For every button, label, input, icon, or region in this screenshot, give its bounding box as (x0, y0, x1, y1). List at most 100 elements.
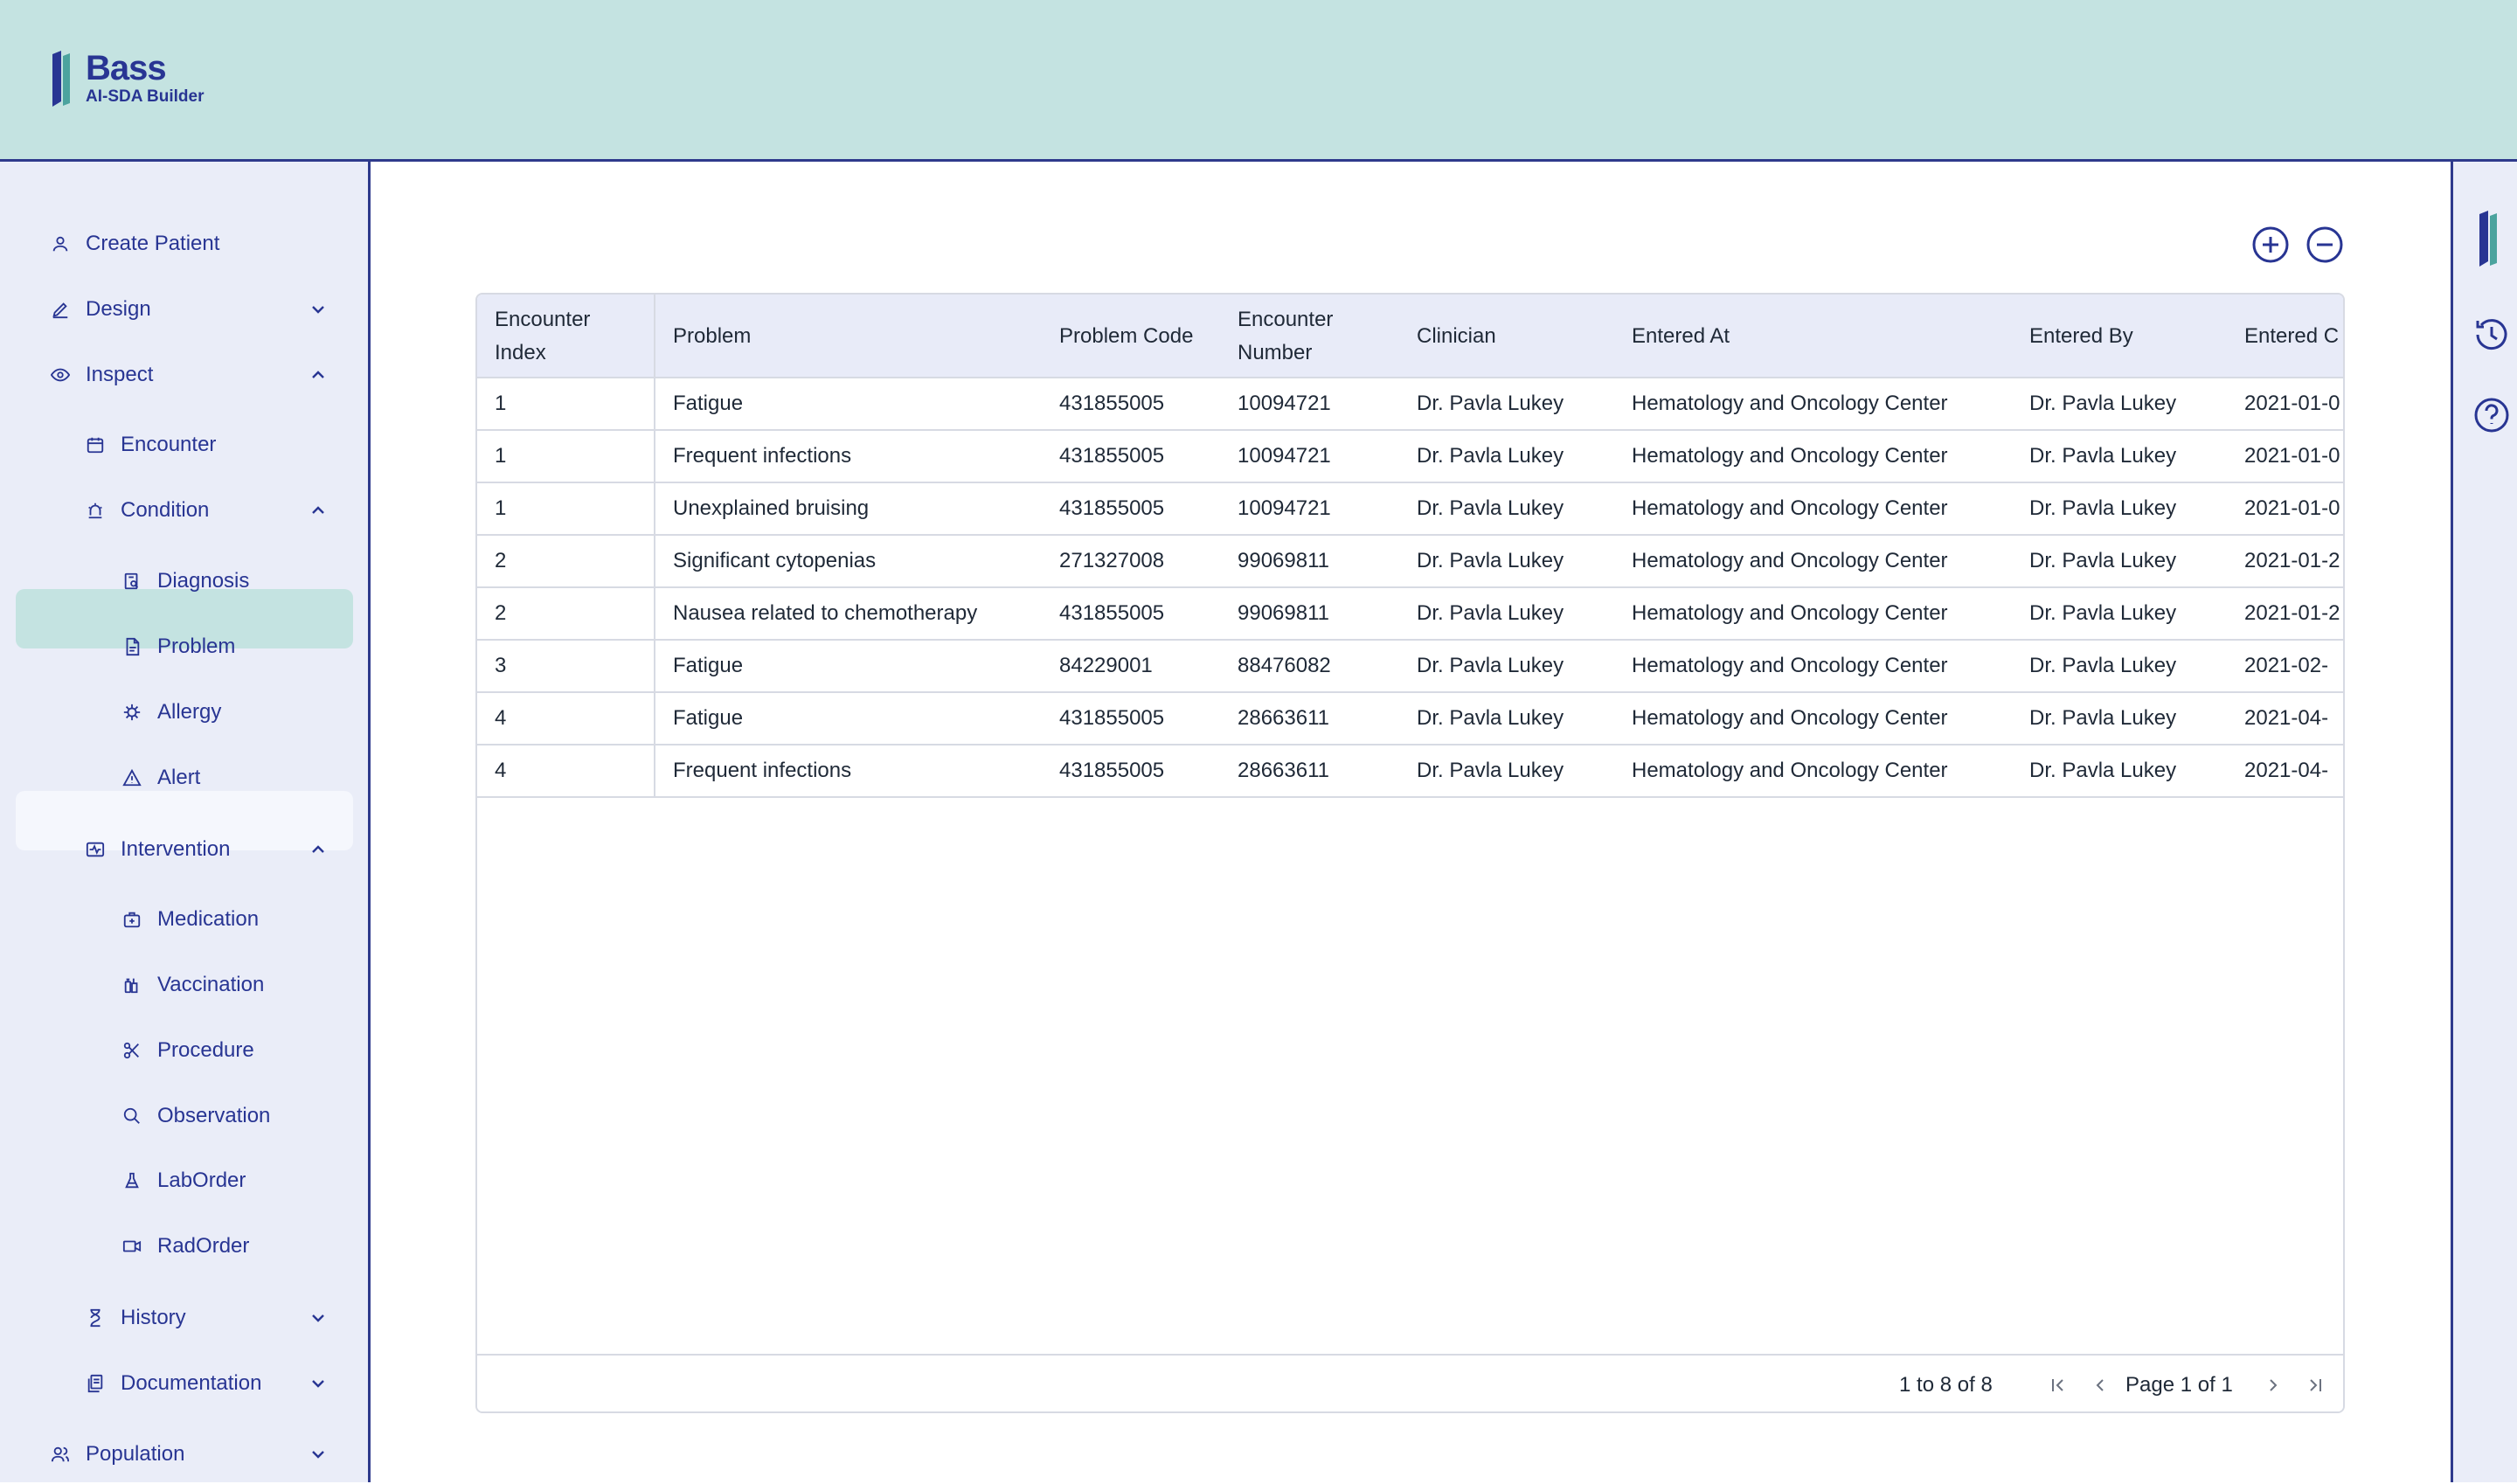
sidebar-item-encounter[interactable]: Encounter (86, 415, 216, 475)
sidebar-item-problem[interactable]: Problem (122, 617, 235, 676)
bass-logo-icon[interactable] (2478, 211, 2500, 267)
table-cell[interactable]: 84229001 (1059, 641, 1153, 691)
table-cell[interactable]: Dr. Pavla Lukey (1417, 588, 1564, 639)
table-cell[interactable]: Dr. Pavla Lukey (1417, 641, 1564, 691)
help-circle-icon[interactable] (2472, 396, 2511, 434)
chevron-up-icon[interactable] (309, 841, 327, 858)
sidebar-item-procedure[interactable]: Procedure (122, 1021, 254, 1080)
table-cell[interactable]: Dr. Pavla Lukey (2029, 641, 2176, 691)
table-cell[interactable]: 2021-02- (2244, 641, 2328, 691)
table-cell[interactable]: 10094721 (1238, 483, 1331, 534)
table-cell[interactable]: 1 (495, 483, 506, 534)
table-cell[interactable]: Frequent infections (673, 431, 851, 482)
table-cell[interactable]: 431855005 (1059, 431, 1164, 482)
minus-circle-icon[interactable] (2306, 225, 2344, 264)
table-row[interactable]: 4 Fatigue 431855005 28663611 Dr. Pavla Lukey… (477, 693, 2343, 745)
previous-page-icon[interactable] (2090, 1375, 2111, 1396)
table-cell[interactable]: Fatigue (673, 693, 743, 744)
column-header[interactable]: Entered By (2029, 295, 2133, 378)
column-header[interactable]: Encounter Number (1238, 295, 1333, 378)
table-cell[interactable]: Hematology and Oncology Center (1632, 431, 1948, 482)
table-cell[interactable]: 2021-04- (2244, 693, 2328, 744)
table-cell[interactable]: 431855005 (1059, 378, 1164, 429)
sidebar-item-intervention[interactable]: Intervention (86, 820, 230, 879)
table-cell[interactable]: 2021-01-0 (2244, 483, 2340, 534)
sidebar-item-laborder[interactable]: LabOrder (122, 1151, 246, 1210)
table-cell[interactable]: 2021-01-2 (2244, 588, 2340, 639)
first-page-icon[interactable] (2048, 1375, 2069, 1396)
table-cell[interactable]: Nausea related to chemotherapy (673, 588, 977, 639)
table-cell[interactable]: 3 (495, 641, 506, 691)
app-logo[interactable]: Bass AI-SDA Builder (51, 51, 204, 107)
table-cell[interactable]: Dr. Pavla Lukey (1417, 378, 1564, 429)
table-cell[interactable]: 88476082 (1238, 641, 1331, 691)
column-header[interactable]: Problem (673, 295, 751, 378)
table-cell[interactable]: Fatigue (673, 378, 743, 429)
table-cell[interactable]: Hematology and Oncology Center (1632, 641, 1948, 691)
table-cell[interactable]: 2 (495, 536, 506, 586)
sidebar-item-population[interactable]: Population (51, 1425, 184, 1484)
column-header[interactable]: Encounter Index (495, 295, 590, 378)
table-cell[interactable]: Significant cytopenias (673, 536, 876, 586)
table-cell[interactable]: Unexplained bruising (673, 483, 869, 534)
sidebar-item-vaccination[interactable]: Vaccination (122, 955, 264, 1015)
table-cell[interactable]: Hematology and Oncology Center (1632, 536, 1948, 586)
table-cell[interactable]: 28663611 (1238, 745, 1329, 796)
table-cell[interactable]: Dr. Pavla Lukey (2029, 483, 2176, 534)
table-cell[interactable]: Dr. Pavla Lukey (1417, 745, 1564, 796)
table-cell[interactable]: Hematology and Oncology Center (1632, 693, 1948, 744)
table-row[interactable]: 1 Unexplained bruising 431855005 10094721 Dr… (477, 483, 2343, 536)
chevron-down-icon[interactable] (309, 301, 327, 318)
column-header[interactable]: Clinician (1417, 295, 1496, 378)
table-cell[interactable]: Dr. Pavla Lukey (2029, 693, 2176, 744)
table-cell[interactable]: Dr. Pavla Lukey (1417, 536, 1564, 586)
table-row[interactable]: 1 Fatigue 431855005 10094721 Dr. Pavla Lukey… (477, 378, 2343, 431)
chevron-up-icon[interactable] (309, 366, 327, 384)
table-cell[interactable]: 2021-01-0 (2244, 431, 2340, 482)
table-row[interactable]: 1 Frequent infections 431855005 10094721 Dr.… (477, 431, 2343, 483)
sidebar-item-radorder[interactable]: RadOrder (122, 1217, 249, 1276)
table-row[interactable]: 2 Significant cytopenias 271327008 99069811… (477, 536, 2343, 588)
chevron-up-icon[interactable] (309, 502, 327, 519)
table-cell[interactable]: Hematology and Oncology Center (1632, 483, 1948, 534)
table-cell[interactable]: Dr. Pavla Lukey (1417, 693, 1564, 744)
table-cell[interactable]: 271327008 (1059, 536, 1164, 586)
plus-circle-icon[interactable] (2251, 225, 2290, 264)
sidebar-item-allergy[interactable]: Allergy (122, 683, 221, 742)
table-cell[interactable]: 2021-01-2 (2244, 536, 2340, 586)
table-cell[interactable]: 99069811 (1238, 588, 1329, 639)
sidebar-item-documentation[interactable]: Documentation (86, 1354, 261, 1413)
table-cell[interactable]: Dr. Pavla Lukey (2029, 378, 2176, 429)
column-header[interactable]: Entered At (1632, 295, 1730, 378)
table-cell[interactable]: Dr. Pavla Lukey (2029, 588, 2176, 639)
table-cell[interactable]: 431855005 (1059, 693, 1164, 744)
sidebar-item-history[interactable]: History (86, 1288, 186, 1348)
sidebar-item-diagnosis[interactable]: Diagnosis (122, 551, 249, 611)
table-cell[interactable]: 431855005 (1059, 483, 1164, 534)
sidebar-item-alert[interactable]: Alert (122, 748, 200, 808)
next-page-icon[interactable] (2263, 1375, 2284, 1396)
table-cell[interactable]: 2021-04- (2244, 745, 2328, 796)
table-cell[interactable]: Hematology and Oncology Center (1632, 378, 1948, 429)
table-cell[interactable]: Hematology and Oncology Center (1632, 588, 1948, 639)
last-page-icon[interactable] (2305, 1375, 2326, 1396)
sidebar-item-medication[interactable]: Medication (122, 890, 259, 949)
sidebar-item-observation[interactable]: Observation (122, 1086, 270, 1146)
table-row[interactable]: 3 Fatigue 84229001 88476082 Dr. Pavla Lukey H… (477, 641, 2343, 693)
table-cell[interactable]: Dr. Pavla Lukey (1417, 431, 1564, 482)
table-cell[interactable]: 28663611 (1238, 693, 1329, 744)
column-header[interactable]: Problem Code (1059, 295, 1193, 378)
table-cell[interactable]: Frequent infections (673, 745, 851, 796)
sidebar-item-create-patient[interactable]: Create Patient (51, 214, 219, 274)
table-cell[interactable]: 99069811 (1238, 536, 1329, 586)
sidebar-item-condition[interactable]: Condition (86, 481, 209, 540)
column-header[interactable]: Entered C (2244, 295, 2339, 378)
table-cell[interactable]: 2 (495, 588, 506, 639)
table-cell[interactable]: 10094721 (1238, 431, 1331, 482)
table-cell[interactable]: Dr. Pavla Lukey (1417, 483, 1564, 534)
sidebar-item-inspect[interactable]: Inspect (51, 345, 153, 405)
table-cell[interactable]: Dr. Pavla Lukey (2029, 536, 2176, 586)
table-cell[interactable]: 2021-01-0 (2244, 378, 2340, 429)
chevron-down-icon[interactable] (309, 1309, 327, 1327)
table-cell[interactable]: 1 (495, 378, 506, 429)
